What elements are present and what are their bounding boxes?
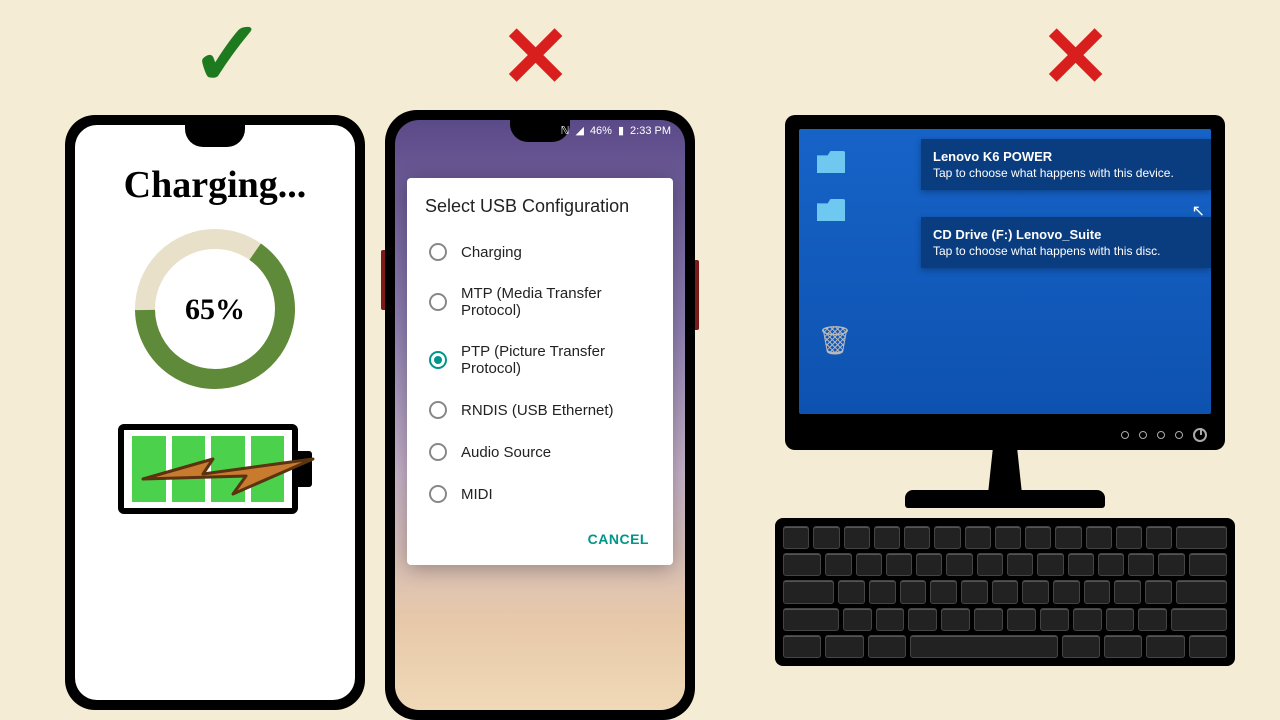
check-icon: ✓ bbox=[190, 10, 265, 100]
monitor-stand bbox=[977, 450, 1033, 492]
battery-icon: ▮ bbox=[618, 124, 624, 137]
autoplay-toast-device[interactable]: Lenovo K6 POWER Tap to choose what happe… bbox=[921, 139, 1211, 190]
monitor-controls bbox=[1121, 428, 1207, 442]
usb-option[interactable]: PTP (Picture Transfer Protocol) bbox=[425, 331, 655, 389]
usb-config-dialog: Select USB Configuration Charging MTP (Me… bbox=[407, 178, 673, 565]
usb-option[interactable]: Audio Source bbox=[425, 431, 655, 473]
cursor-icon: ↖ bbox=[1192, 201, 1205, 221]
radio-icon[interactable] bbox=[429, 293, 447, 311]
option-label: MIDI bbox=[461, 486, 493, 503]
monitor-button[interactable] bbox=[1175, 431, 1183, 439]
folder-icon[interactable] bbox=[817, 151, 845, 173]
autoplay-toast-disc[interactable]: CD Drive (F:) Lenovo_Suite Tap to choose… bbox=[921, 217, 1211, 268]
monitor: 🗑 Lenovo K6 POWER Tap to choose what hap… bbox=[785, 115, 1225, 450]
trash-icon[interactable]: 🗑 bbox=[817, 324, 853, 357]
option-label: PTP (Picture Transfer Protocol) bbox=[461, 343, 651, 377]
radio-icon[interactable] bbox=[429, 243, 447, 261]
toast-title: Lenovo K6 POWER bbox=[933, 149, 1199, 164]
usb-option[interactable]: Charging bbox=[425, 231, 655, 273]
status-bar: ℕ ◢ 46% ▮ 2:33 PM bbox=[561, 124, 671, 137]
status-time: 2:33 PM bbox=[630, 125, 671, 137]
toast-body: Tap to choose what happens with this dis… bbox=[933, 244, 1199, 258]
usb-option[interactable]: MIDI bbox=[425, 473, 655, 515]
option-label: RNDIS (USB Ethernet) bbox=[461, 402, 614, 419]
option-label: MTP (Media Transfer Protocol) bbox=[461, 285, 651, 319]
radio-icon[interactable] bbox=[429, 401, 447, 419]
cross-icon: ✕ bbox=[1040, 15, 1111, 100]
nfc-icon: ℕ bbox=[561, 124, 570, 137]
battery-icon bbox=[118, 424, 312, 514]
lightning-icon bbox=[138, 444, 318, 504]
cancel-button[interactable]: CANCEL bbox=[582, 523, 655, 555]
folder-icon[interactable] bbox=[817, 199, 845, 221]
phone-charging-screen: Charging... 65% bbox=[75, 125, 355, 700]
power-icon[interactable] bbox=[1193, 428, 1207, 442]
monitor-button[interactable] bbox=[1139, 431, 1147, 439]
usb-option[interactable]: RNDIS (USB Ethernet) bbox=[425, 389, 655, 431]
monitor-button[interactable] bbox=[1121, 431, 1129, 439]
charging-title: Charging... bbox=[124, 163, 307, 207]
usb-option[interactable]: MTP (Media Transfer Protocol) bbox=[425, 273, 655, 331]
radio-icon[interactable] bbox=[429, 443, 447, 461]
keyboard[interactable] bbox=[775, 518, 1235, 666]
toast-title: CD Drive (F:) Lenovo_Suite bbox=[933, 227, 1199, 242]
progress-ring: 65% bbox=[125, 219, 305, 399]
desktop-setup: 🗑 Lenovo K6 POWER Tap to choose what hap… bbox=[770, 115, 1240, 666]
cross-icon: ✕ bbox=[500, 15, 571, 100]
radio-icon[interactable] bbox=[429, 485, 447, 503]
battery-status: 46% bbox=[590, 125, 612, 137]
option-label: Audio Source bbox=[461, 444, 551, 461]
phone-notch bbox=[185, 125, 245, 147]
toast-body: Tap to choose what happens with this dev… bbox=[933, 166, 1199, 180]
monitor-base bbox=[905, 490, 1105, 508]
signal-icon: ◢ bbox=[575, 124, 583, 137]
monitor-button[interactable] bbox=[1157, 431, 1165, 439]
phone-usb-screen: ℕ ◢ 46% ▮ 2:33 PM Select USB Configurati… bbox=[395, 120, 685, 710]
percent-text: 65% bbox=[185, 293, 245, 326]
radio-icon[interactable] bbox=[429, 351, 447, 369]
dialog-title: Select USB Configuration bbox=[425, 196, 655, 217]
desktop-screen[interactable]: 🗑 Lenovo K6 POWER Tap to choose what hap… bbox=[799, 129, 1211, 414]
phone-charging: Charging... 65% bbox=[65, 115, 365, 710]
phone-usb-config: ℕ ◢ 46% ▮ 2:33 PM Select USB Configurati… bbox=[385, 110, 695, 720]
option-label: Charging bbox=[461, 244, 522, 261]
